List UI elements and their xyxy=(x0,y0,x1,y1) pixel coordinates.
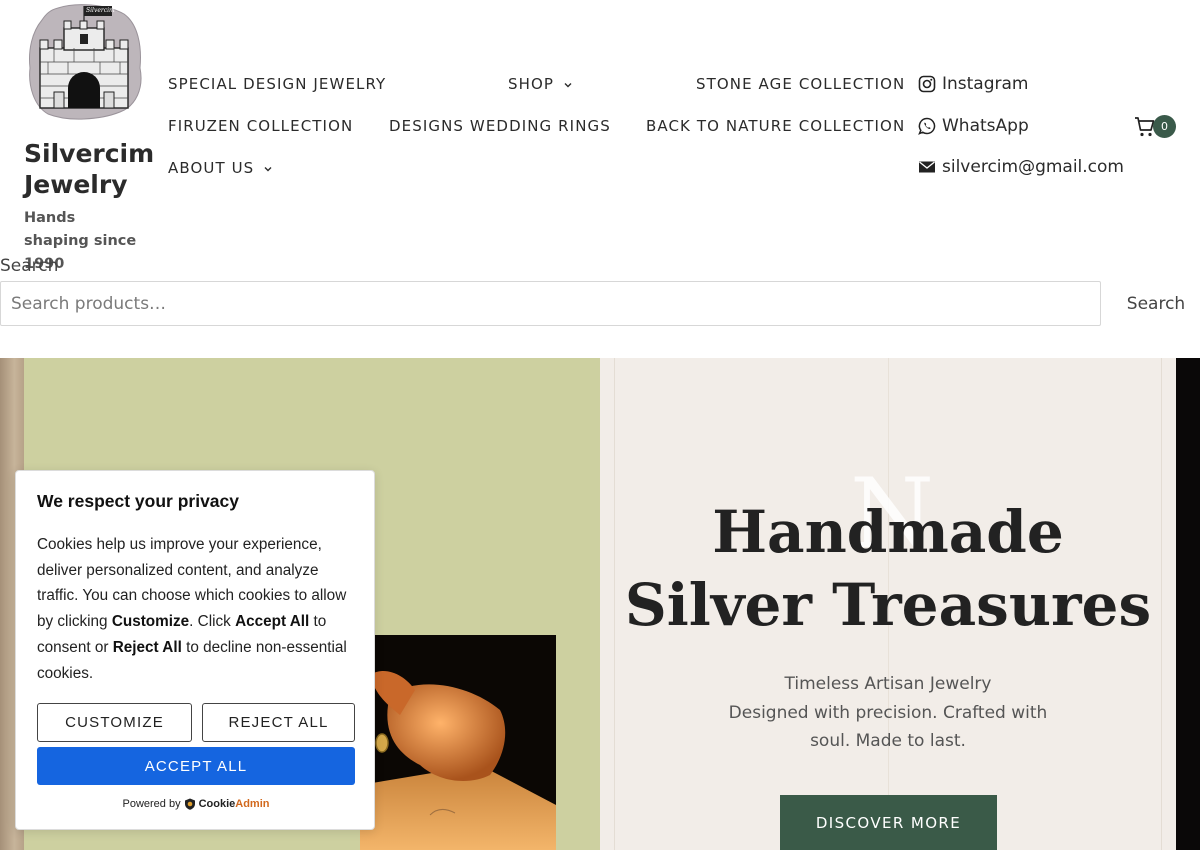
nav-item-about-us[interactable]: ABOUT US xyxy=(168,159,272,177)
whatsapp-label: WhatsApp xyxy=(942,116,1029,136)
cookie-consent-dialog: We respect your privacy Cookies help us … xyxy=(15,470,375,830)
cookie-title: We respect your privacy xyxy=(37,491,239,511)
instagram-label: Instagram xyxy=(942,74,1029,94)
site-logo[interactable]: Silvercim xyxy=(24,2,144,120)
cookie-customize-emphasis: Customize xyxy=(111,613,190,631)
cookieadmin-brand: CookieAdmin xyxy=(198,798,270,810)
hero-title-line-2: Silver Treasures xyxy=(624,571,1152,639)
cookie-accept-emphasis: Accept All xyxy=(235,613,310,631)
chevron-down-icon xyxy=(264,166,272,171)
hero-right-panel: N Handmade Silver Treasures Timeless Art… xyxy=(600,358,1176,850)
powered-by-label: Powered by xyxy=(122,798,181,810)
cookie-description: Cookies help us improve your experience,… xyxy=(37,536,347,682)
nav-item-label: SPECIAL DESIGN JEWELRY xyxy=(168,75,387,93)
cart-count-badge: 0 xyxy=(1153,115,1176,138)
hero-subtitle: Timeless Artisan Jewelry Designed with p… xyxy=(600,670,1176,756)
instagram-link[interactable]: Instagram xyxy=(918,74,1029,94)
search-input[interactable] xyxy=(0,281,1101,326)
nav-item-firuzen-collection[interactable]: FIRUZEN COLLECTION xyxy=(168,117,353,135)
logo-flag-text: Silvercim xyxy=(86,7,115,14)
nav-item-shop[interactable]: SHOP xyxy=(508,75,572,93)
hero-right-edge-image xyxy=(1176,358,1200,850)
discover-more-button[interactable]: DISCOVER MORE xyxy=(780,795,997,850)
nav-item-label: DESIGNS WEDDING RINGS xyxy=(389,117,611,135)
hero-subtitle-line-2: Designed with precision. Crafted with xyxy=(728,702,1048,723)
mail-icon xyxy=(919,161,935,173)
instagram-icon xyxy=(918,75,936,93)
hero-subtitle-line-3: soul. Made to last. xyxy=(810,731,966,751)
cart-button[interactable]: 0 xyxy=(1134,114,1178,140)
hero-title-line-1: Handmade xyxy=(712,498,1064,566)
nav-item-designs-wedding-rings[interactable]: DESIGNS WEDDING RINGS xyxy=(389,117,611,135)
hero-subtitle-line-1: Timeless Artisan Jewelry xyxy=(784,674,992,694)
search-button[interactable]: Search xyxy=(1120,281,1192,326)
cookie-reject-emphasis: Reject All xyxy=(112,638,182,656)
customize-button[interactable]: CUSTOMIZE xyxy=(37,703,192,742)
email-label: silvercim@gmail.com xyxy=(942,157,1124,177)
nav-item-stone-age-collection[interactable]: STONE AGE COLLECTION xyxy=(696,75,905,93)
chevron-down-icon xyxy=(564,82,572,87)
site-title[interactable]: Silvercim Jewelry xyxy=(24,138,154,200)
nav-item-special-design-jewelry[interactable]: SPECIAL DESIGN JEWELRY xyxy=(168,75,386,93)
nav-item-back-to-nature-collection[interactable]: BACK TO NATURE COLLECTION xyxy=(646,117,905,135)
nav-item-label: FIRUZEN COLLECTION xyxy=(168,117,354,135)
whatsapp-icon xyxy=(918,117,936,135)
hero-title: Handmade Silver Treasures xyxy=(600,496,1176,642)
nav-item-label: SHOP xyxy=(508,75,555,93)
powered-by[interactable]: Powered by CookieAdmin xyxy=(16,798,376,810)
whatsapp-link[interactable]: WhatsApp xyxy=(918,116,1029,136)
search-label: Search xyxy=(0,256,59,276)
accept-all-button[interactable]: ACCEPT ALL xyxy=(37,747,355,785)
email-link[interactable]: silvercim@gmail.com xyxy=(918,157,1124,177)
reject-all-button[interactable]: REJECT ALL xyxy=(202,703,355,742)
hero-hand-photo xyxy=(360,635,556,850)
nav-item-label: STONE AGE COLLECTION xyxy=(696,75,906,93)
nav-item-label: ABOUT US xyxy=(168,159,255,177)
nav-item-label: BACK TO NATURE COLLECTION xyxy=(646,117,906,135)
cookieadmin-shield-icon xyxy=(184,798,195,810)
